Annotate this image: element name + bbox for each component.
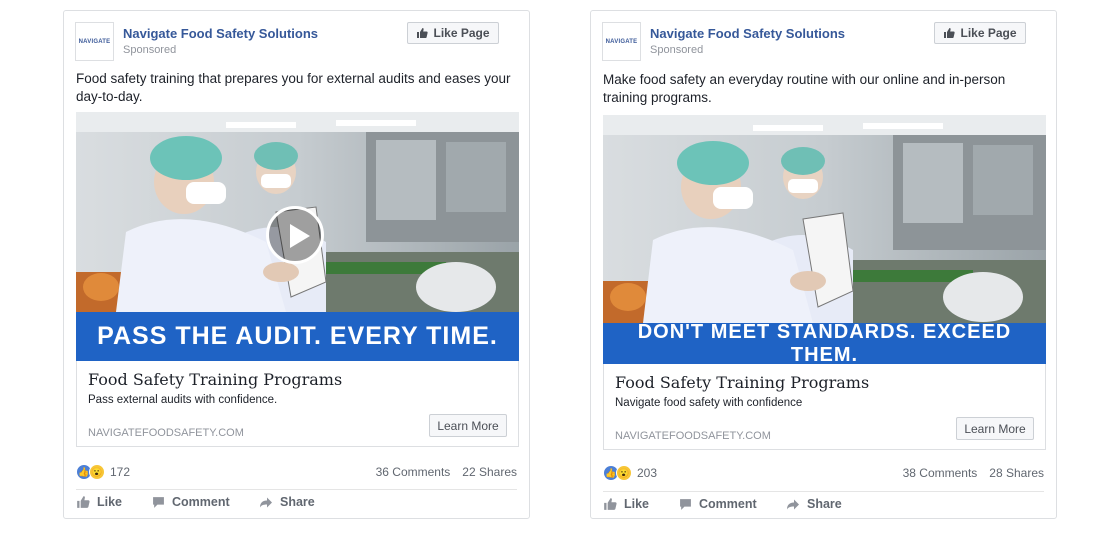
learn-more-button[interactable]: Learn More [429,414,507,437]
reaction-icons[interactable]: 👍 😮 [76,464,108,480]
link-description: Navigate food safety with confidence [615,397,803,409]
page-logo[interactable]: NAVIGATE [602,22,641,61]
learn-more-button[interactable]: Learn More [956,417,1034,440]
like-button[interactable]: Like [603,497,649,511]
logo-wordmark: NAVIGATE [78,38,111,45]
share-icon [787,499,799,509]
page-name-link[interactable]: Navigate Food Safety Solutions [123,26,318,41]
link-description: Pass external audits with confidence. [88,394,278,406]
ad-post-1: NAVIGATE Navigate Food Safety Solutions … [63,10,530,519]
like-page-button[interactable]: Like Page [407,22,499,44]
like-label: Like [97,495,123,509]
page-logo[interactable]: NAVIGATE [75,22,114,61]
share-label: Share [280,495,315,509]
link-title: Food Safety Training Programs [88,370,343,389]
share-button[interactable]: Share [259,495,315,509]
comment-button[interactable]: Comment [679,497,757,511]
thumbs-up-icon [944,28,956,38]
thumbs-up-icon [417,28,429,38]
link-domain: NAVIGATEFOODSAFETY.COM [88,427,244,439]
ad-image[interactable]: DON'T MEET STANDARDS. EXCEED THEM. [603,115,1046,364]
sponsored-label: Sponsored [650,44,704,56]
like-page-label: Like Page [960,26,1017,40]
wow-reaction-icon: 😮 [89,464,105,480]
comment-count[interactable]: 38 Comments [903,466,978,480]
play-button-icon[interactable] [266,206,324,264]
reaction-count[interactable]: 203 [637,466,657,480]
like-page-label: Like Page [433,26,490,40]
comment-button[interactable]: Comment [152,495,230,509]
thumbs-up-icon [77,496,90,508]
link-domain: NAVIGATEFOODSAFETY.COM [615,430,771,442]
logo-wordmark: NAVIGATE [605,38,638,45]
divider [603,491,1044,492]
wow-reaction-icon: 😮 [616,465,632,481]
comment-share-counts: 38 Comments 28 Shares [903,466,1044,480]
thumbs-up-icon [604,498,617,510]
share-button[interactable]: Share [786,497,842,511]
comment-count[interactable]: 36 Comments [376,465,451,479]
comment-label: Comment [699,497,757,511]
lab-workers-photo [76,112,519,312]
like-page-button[interactable]: Like Page [934,22,1026,44]
link-preview[interactable]: Food Safety Training Programs Pass exter… [76,361,519,447]
action-bar: Like Comment Share [76,495,517,515]
video-thumbnail[interactable]: PASS THE AUDIT. EVERY TIME. [76,112,519,361]
like-label: Like [624,497,650,511]
comment-icon [680,498,691,510]
reactions-bar: 👍 😮 172 36 Comments 22 Shares [76,464,517,482]
share-label: Share [807,497,842,511]
link-preview[interactable]: Food Safety Training Programs Navigate f… [603,364,1046,450]
comment-label: Comment [172,495,230,509]
page-name-link[interactable]: Navigate Food Safety Solutions [650,26,845,41]
reaction-icons[interactable]: 👍 😮 [603,465,635,481]
ad-banner-headline: DON'T MEET STANDARDS. EXCEED THEM. [603,321,1046,364]
post-text: Food safety training that prepares you f… [76,71,511,104]
sponsored-label: Sponsored [123,44,177,56]
link-title: Food Safety Training Programs [615,373,870,392]
like-button[interactable]: Like [76,495,122,509]
ad-post-2: NAVIGATE Navigate Food Safety Solutions … [590,10,1057,519]
share-count[interactable]: 22 Shares [462,465,517,479]
comment-share-counts: 36 Comments 22 Shares [376,465,517,479]
comment-icon [153,496,164,508]
reactions-bar: 👍 😮 203 38 Comments 28 Shares [603,465,1044,483]
ad-banner-headline: PASS THE AUDIT. EVERY TIME. [76,312,519,361]
lab-workers-photo [603,115,1046,323]
share-count[interactable]: 28 Shares [989,466,1044,480]
reaction-count[interactable]: 172 [110,465,130,479]
action-bar: Like Comment Share [603,497,1044,517]
divider [76,489,517,490]
share-icon [260,497,272,507]
post-text: Make food safety an everyday routine wit… [603,72,1006,105]
